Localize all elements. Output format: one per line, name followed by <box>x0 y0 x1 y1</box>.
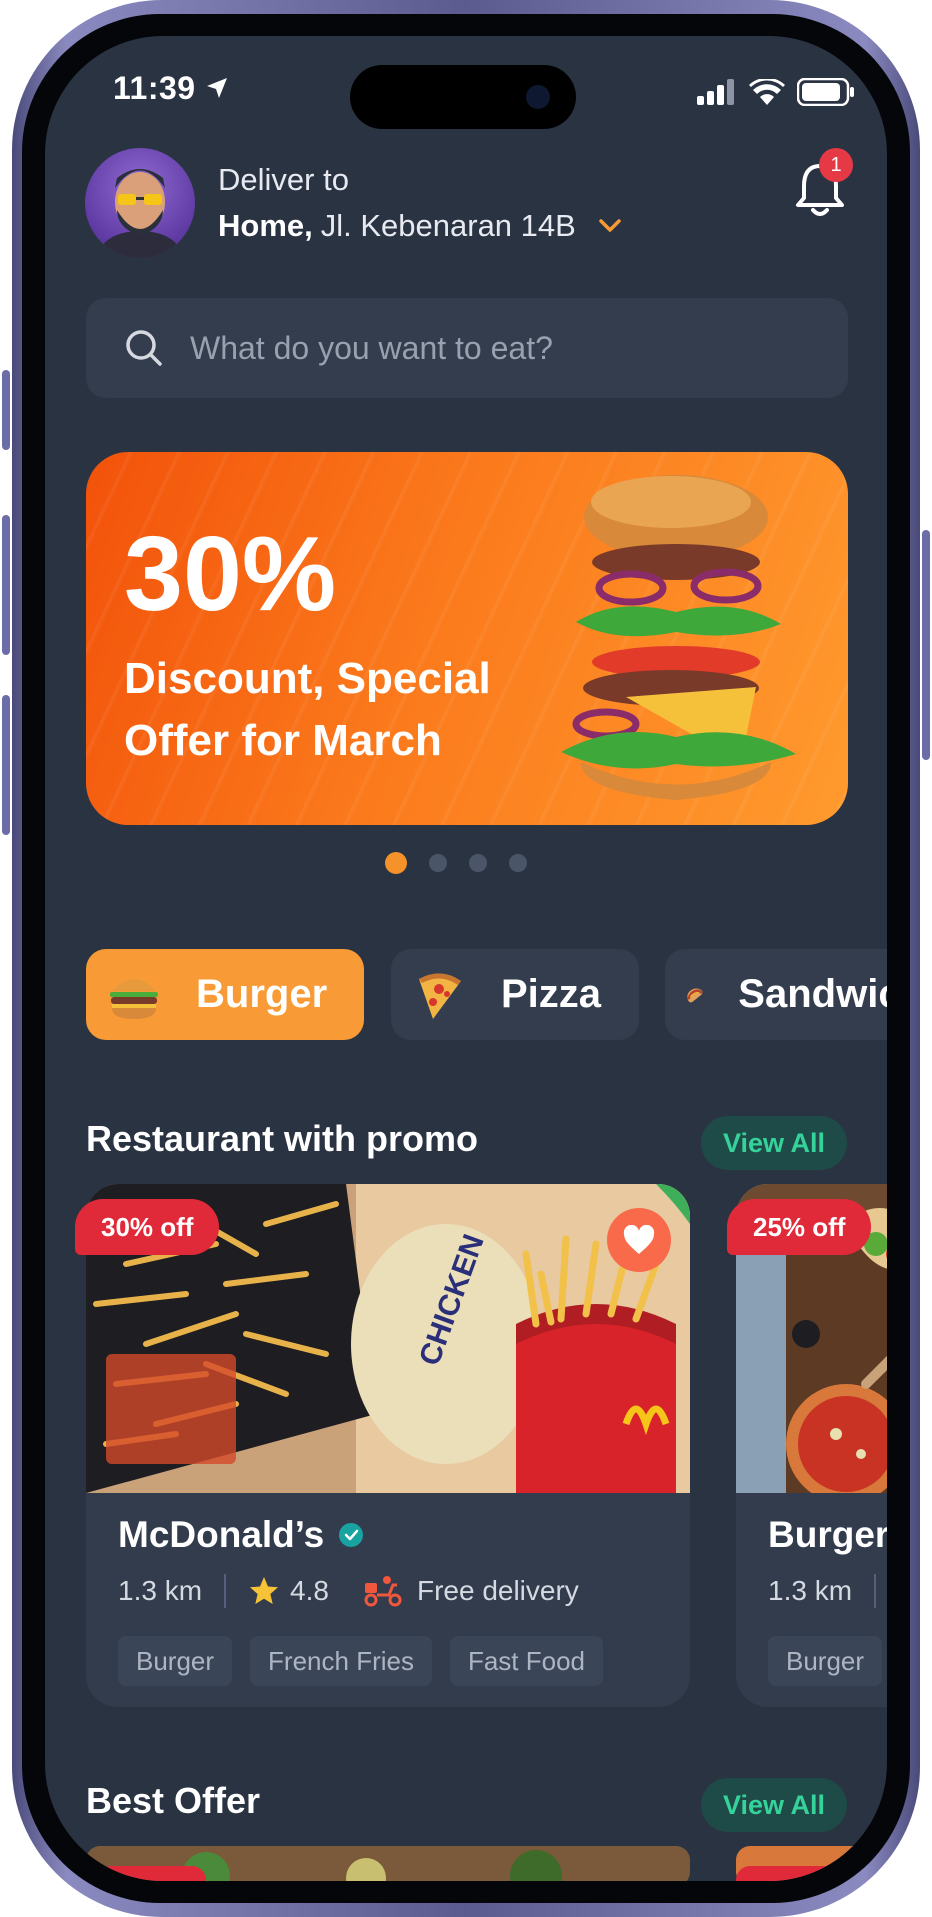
view-all-best-offer-button[interactable]: View All <box>701 1778 847 1832</box>
signal-icon <box>697 79 734 105</box>
promo-banner[interactable]: 30% Discount, Special Offer for March <box>86 452 848 825</box>
tag[interactable]: French Fries <box>250 1636 432 1686</box>
verified-badge-icon <box>339 1523 364 1547</box>
location-arrow-icon <box>207 78 227 98</box>
chevron-down-icon <box>599 219 621 232</box>
tag-list: Burger French Fries Fast Food <box>118 1636 604 1686</box>
power-button <box>922 530 930 760</box>
delivery-info: Free delivery <box>416 1575 579 1606</box>
category-label: Sandwich <box>738 972 887 1016</box>
restaurant-meta: 1.3 km 4.8 Free delivery <box>118 1574 579 1608</box>
delivery-scooter-icon <box>364 1576 402 1607</box>
search-icon <box>126 330 162 366</box>
restaurant-meta: 1.3 km <box>768 1574 887 1608</box>
delivery-address-selector[interactable]: Home, Jl. Kebenaran 14B <box>218 208 622 244</box>
discount-badge: 25% off <box>727 1199 872 1255</box>
category-label: Burger <box>196 972 328 1016</box>
heart-icon <box>623 1225 655 1254</box>
restaurant-card[interactable]: CHICKEN McDonald’s 1.3 km 4.8 Free deliv… <box>86 1184 690 1707</box>
category-sandwich[interactable]: Sandwich <box>665 949 887 1040</box>
burger-icon <box>110 978 158 1019</box>
app-screen: 11:39 Deliver to Home, Jl. Kebenaran 14B… <box>45 36 887 1881</box>
status-icons <box>697 78 855 106</box>
avatar-image <box>100 169 180 258</box>
star-icon <box>250 1577 279 1604</box>
volume-up-button <box>2 515 10 655</box>
wifi-icon <box>749 79 785 105</box>
distance: 1.3 km <box>768 1575 853 1606</box>
category-pizza[interactable]: Pizza <box>391 949 639 1040</box>
search-bar[interactable] <box>86 298 848 398</box>
restaurant-name: Burger <box>768 1514 887 1555</box>
section-title-best-offer: Best Offer <box>86 1780 261 1821</box>
banner-pagination[interactable] <box>385 852 527 874</box>
action-button <box>2 370 10 450</box>
category-burger[interactable]: Burger <box>86 949 364 1040</box>
pagination-dot[interactable] <box>429 854 447 872</box>
hotdog-icon <box>687 987 703 1002</box>
restaurant-name-row: McDonald’s <box>118 1514 364 1556</box>
notification-badge: 1 <box>819 148 853 182</box>
avatar[interactable] <box>85 148 195 258</box>
favorite-button[interactable] <box>607 1208 671 1272</box>
burger-image <box>561 475 796 800</box>
tag[interactable]: Burger <box>118 1636 233 1686</box>
restaurant-card[interactable]: Burger 1.3 km Burger <box>736 1184 887 1707</box>
volume-down-button <box>2 695 10 835</box>
best-offer-card-image[interactable] <box>86 1846 690 1881</box>
rating: 4.8 <box>290 1575 329 1606</box>
view-all-promo-button[interactable]: View All <box>701 1116 847 1170</box>
banner-percent: 30% <box>124 515 337 633</box>
pagination-dot[interactable] <box>469 854 487 872</box>
discount-badge: 30% off <box>75 1199 220 1255</box>
restaurant-name-row: Burger <box>768 1514 887 1556</box>
deliver-to-label: Deliver to <box>218 162 349 197</box>
search-input[interactable] <box>190 329 790 367</box>
address-label: Home, <box>218 208 313 243</box>
status-time: 11:39 <box>113 70 196 106</box>
distance: 1.3 km <box>118 1575 203 1606</box>
pagination-dot[interactable] <box>509 854 527 872</box>
tag[interactable]: Burger <box>768 1636 883 1686</box>
battery-icon <box>797 78 854 106</box>
dynamic-island <box>350 65 576 129</box>
tag[interactable]: Fast Food <box>449 1636 604 1686</box>
tag-list: Burger <box>768 1636 883 1686</box>
category-label: Pizza <box>501 972 602 1016</box>
section-title-promo: Restaurant with promo <box>86 1118 479 1159</box>
pagination-dot-active[interactable] <box>385 852 407 874</box>
banner-text: Discount, Special Offer for March <box>124 654 491 765</box>
restaurant-name: McDonald’s <box>118 1514 325 1555</box>
address-text: Jl. Kebenaran 14B <box>320 208 576 243</box>
pizza-icon <box>419 972 461 1019</box>
best-offer-card-image[interactable] <box>736 1846 887 1881</box>
